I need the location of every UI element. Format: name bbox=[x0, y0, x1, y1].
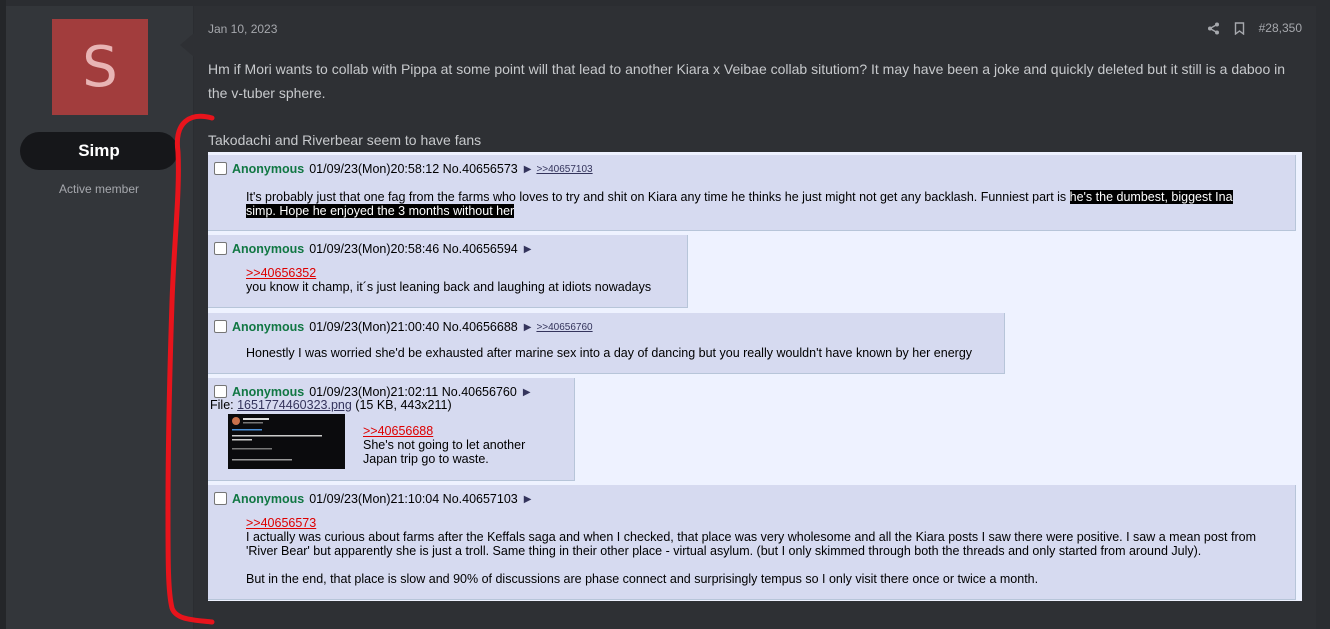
avatar[interactable]: S bbox=[52, 19, 148, 115]
reply-header: Anonymous 01/09/23(Mon)20:58:12 No.40656… bbox=[214, 161, 593, 176]
quote-link[interactable]: >>40656352 bbox=[246, 266, 316, 280]
reply-header: Anonymous 01/09/23(Mon)21:02:11 No.40656… bbox=[214, 384, 536, 399]
poster-name: Anonymous bbox=[232, 385, 305, 399]
reply-text: But in the end, that place is slow and 9… bbox=[246, 572, 1039, 586]
reply-body: >>40656573 I actually was curious about … bbox=[246, 516, 1276, 586]
embedded-thread-screenshot: Anonymous 01/09/23(Mon)20:58:12 No.40656… bbox=[208, 152, 1302, 601]
red-bracket-annotation bbox=[165, 113, 215, 625]
username-badge[interactable]: Simp bbox=[20, 132, 178, 170]
spoiler-text[interactable]: he's the dumbest, biggest Ina bbox=[1069, 190, 1233, 204]
thread-reply: Anonymous 01/09/23(Mon)21:02:11 No.40656… bbox=[208, 378, 575, 481]
reply-text: Japan trip go to waste. bbox=[363, 452, 489, 466]
post-menu-arrow-icon[interactable]: ▶ bbox=[524, 164, 532, 175]
message-pointer bbox=[180, 33, 194, 57]
reply-body: It's probably just that one fag from the… bbox=[246, 190, 1256, 218]
reply-body: Honestly I was worried she'd be exhauste… bbox=[246, 346, 986, 360]
reply-body: >>40656352 you know it champ, it´s just … bbox=[246, 266, 676, 294]
share-icon[interactable] bbox=[1207, 22, 1220, 35]
post-meta: 01/09/23(Mon)21:00:40 No.40656688 bbox=[309, 320, 518, 334]
thread-reply: Anonymous 01/09/23(Mon)20:58:12 No.40656… bbox=[208, 155, 1296, 231]
spoiler-text[interactable]: simp. Hope he enjoyed the 3 months witho… bbox=[246, 204, 515, 218]
backlink[interactable]: >>40657103 bbox=[536, 164, 592, 175]
quote-link[interactable]: >>40656573 bbox=[246, 516, 316, 530]
post-text-paragraph-2: Takodachi and Riverbear seem to have fan… bbox=[208, 132, 482, 148]
post-meta: 01/09/23(Mon)20:58:46 No.40656594 bbox=[309, 242, 518, 256]
post-menu-arrow-icon[interactable]: ▶ bbox=[524, 244, 532, 255]
user-title: Active member bbox=[58, 182, 140, 196]
reply-text: She's not going to let another bbox=[363, 438, 526, 452]
poster-name: Anonymous bbox=[232, 492, 305, 506]
reply-body: >>40656688 She's not going to let anothe… bbox=[363, 424, 563, 466]
post-meta: 01/09/23(Mon)20:58:12 No.40656573 bbox=[309, 162, 518, 176]
post-actions: #28,350 bbox=[1207, 21, 1302, 35]
post-text-paragraph-1: Hm if Mori wants to collab with Pippa at… bbox=[208, 61, 1286, 101]
file-info: File: 1651774460323.png (15 KB, 443x211) bbox=[210, 398, 452, 412]
thread-reply: Anonymous 01/09/23(Mon)21:00:40 No.40656… bbox=[208, 313, 1005, 374]
reply-header: Anonymous 01/09/23(Mon)21:00:40 No.40656… bbox=[214, 319, 593, 334]
bookmark-icon[interactable] bbox=[1234, 21, 1245, 35]
reply-text: It's probably just that one fag from the… bbox=[246, 190, 1070, 204]
poster-name: Anonymous bbox=[232, 162, 305, 176]
post-date[interactable]: Jan 10, 2023 bbox=[208, 22, 277, 36]
reply-text: I actually was curious about farms after… bbox=[246, 530, 1257, 558]
quote-link[interactable]: >>40656688 bbox=[363, 424, 433, 438]
thread-reply: Anonymous 01/09/23(Mon)21:10:04 No.40657… bbox=[208, 485, 1296, 600]
poster-name: Anonymous bbox=[232, 320, 305, 334]
post-menu-arrow-icon[interactable]: ▶ bbox=[524, 322, 532, 333]
reply-text: Honestly I was worried she'd be exhauste… bbox=[246, 346, 973, 360]
post-meta: 01/09/23(Mon)21:10:04 No.40657103 bbox=[309, 492, 518, 506]
file-details: (15 KB, 443x211) bbox=[351, 398, 452, 412]
post-number[interactable]: #28,350 bbox=[1259, 21, 1302, 35]
file-link[interactable]: 1651774460323.png bbox=[237, 398, 352, 412]
reply-text: you know it champ, it´s just leaning bac… bbox=[246, 280, 652, 294]
post-menu-arrow-icon[interactable]: ▶ bbox=[524, 494, 532, 505]
attached-image-thumbnail[interactable] bbox=[228, 414, 345, 469]
post-menu-arrow-icon[interactable]: ▶ bbox=[523, 387, 531, 398]
poster-name: Anonymous bbox=[232, 242, 305, 256]
backlink[interactable]: >>40656760 bbox=[536, 322, 592, 333]
thread-reply: Anonymous 01/09/23(Mon)20:58:46 No.40656… bbox=[208, 235, 688, 308]
reply-header: Anonymous 01/09/23(Mon)20:58:46 No.40656… bbox=[214, 241, 536, 256]
reply-header: Anonymous 01/09/23(Mon)21:10:04 No.40657… bbox=[214, 491, 536, 506]
post-meta: 01/09/23(Mon)21:02:11 No.40656760 bbox=[309, 385, 517, 399]
